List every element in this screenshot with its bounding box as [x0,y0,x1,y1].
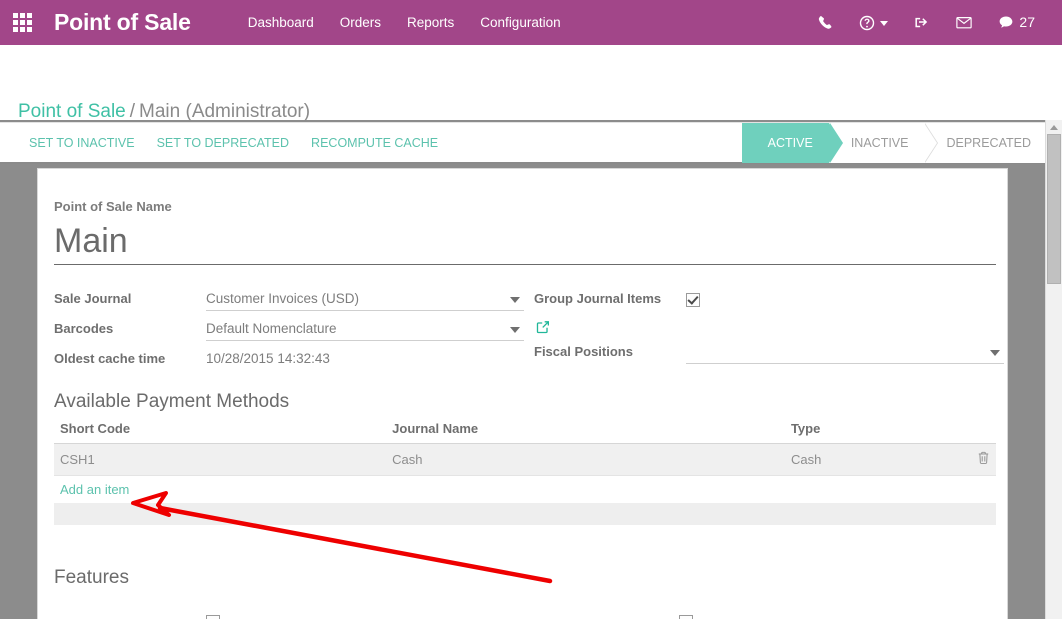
field-barcodes: Barcodes Default Nomenclature [54,319,549,342]
cell-type: Cash [784,443,950,477]
messages-count: 27 [1019,14,1035,30]
menu-item-dashboard[interactable]: Dashboard [235,0,327,45]
menu-item-configuration[interactable]: Configuration [467,0,573,45]
features-title: Features [54,567,129,589]
breadcrumb-current: Main (Administrator) [139,101,311,122]
field-group-journal-items: Group Journal Items [534,289,1004,310]
apps-grid-icon [12,13,32,32]
column-header-short-code: Short Code [54,421,387,445]
group-journal-items-label: Group Journal Items [534,291,662,307]
features-group [54,615,991,619]
group-journal-items-value-wrap [686,289,1004,309]
add-item-cell: Add an item [54,475,996,504]
breadcrumb-root-link[interactable]: Point of Sale [18,101,126,122]
phone-icon[interactable] [805,15,846,30]
sale-journal-dropdown[interactable]: Customer Invoices (USD) [206,289,524,312]
status-bar: SET TO INACTIVE SET TO DEPRECATED RECOMP… [0,122,1062,164]
vertical-scrollbar[interactable] [1045,120,1062,619]
status-inactive-label: INACTIVE [850,136,909,150]
table-header-row: Short Code Journal Name Type [54,421,996,445]
scrollbar-thumb[interactable] [1047,134,1061,284]
application-window: Point of Sale Dashboard Orders Reports C… [0,0,1062,619]
messages-button[interactable]: 27 [985,0,1048,45]
set-to-inactive-button[interactable]: SET TO INACTIVE [18,136,146,150]
breadcrumb: Point of Sale / Main (Administrator) [18,101,310,123]
status-chevron-fill-icon [828,123,842,163]
oldest-cache-time-value-wrap: 10/28/2015 14:32:43 [206,349,524,369]
pos-name-label: Point of Sale Name [54,199,172,214]
oldest-cache-time-value: 10/28/2015 14:32:43 [206,351,330,367]
sale-journal-label: Sale Journal [54,291,132,307]
navbar-right-icons: 27 [805,0,1062,45]
help-menu-button[interactable] [846,15,901,31]
app-brand-title: Point of Sale [54,9,191,35]
main-menu: Dashboard Orders Reports Configuration [235,0,574,45]
status-active-label: ACTIVE [767,136,813,150]
chevron-up-icon [1050,124,1058,130]
scrollbar-up-button[interactable] [1046,120,1062,134]
cell-journal-name: Cash [386,443,785,477]
fiscal-positions-dropdown[interactable] [686,342,1004,365]
add-an-item-link[interactable]: Add an item [60,482,129,497]
control-panel: Point of Sale/Main (Administrator) SAVE … [0,45,1062,159]
status-inactive[interactable]: INACTIVE [828,123,939,163]
status-deprecated-label: DEPRECATED [946,136,1031,150]
payment-methods-title: Available Payment Methods [54,391,290,413]
breadcrumb-separator: / [129,101,136,122]
barcodes-label: Barcodes [54,321,114,337]
menu-item-orders[interactable]: Orders [327,0,394,45]
status-active[interactable]: ACTIVE [741,123,843,163]
trash-icon[interactable] [977,451,990,468]
set-to-deprecated-button[interactable]: SET TO DEPRECATED [146,136,300,150]
sign-in-icon[interactable] [901,15,943,30]
field-fiscal-positions: Fiscal Positions [534,342,1004,365]
chevron-down-icon [510,327,520,334]
apps-menu-button[interactable] [0,0,44,45]
feature-checkbox-left[interactable] [206,615,220,619]
column-header-journal-name: Journal Name [386,421,785,445]
field-oldest-cache-time: Oldest cache time 10/28/2015 14:32:43 [54,349,524,370]
form-sheet: Point of Sale Name Sale Journal Customer… [37,168,1008,619]
sale-journal-value: Customer Invoices (USD) [206,291,360,307]
form-group-left: Sale Journal Customer Invoices (USD) Bar… [54,289,549,379]
oldest-cache-time-label: Oldest cache time [54,351,166,367]
status-chevron-fill-icon [924,123,938,163]
pos-name-field-row [54,222,996,266]
cell-actions [949,443,996,477]
barcodes-value: Default Nomenclature [206,321,337,337]
top-navbar: Point of Sale Dashboard Orders Reports C… [0,0,1062,45]
status-deprecated[interactable]: DEPRECATED [924,123,1047,163]
table-filler-row [54,503,996,526]
pos-name-input[interactable] [54,222,754,261]
form-groups: Sale Journal Customer Invoices (USD) Bar… [54,289,1004,375]
recompute-cache-button[interactable]: RECOMPUTE CACHE [300,136,449,150]
barcodes-dropdown[interactable]: Default Nomenclature [206,319,549,342]
field-sale-journal: Sale Journal Customer Invoices (USD) [54,289,524,312]
table-row[interactable]: CSH1 Cash Cash [54,443,996,477]
envelope-icon[interactable] [943,16,985,29]
group-journal-items-checkbox[interactable] [686,292,700,307]
feature-checkbox-right[interactable] [679,615,693,619]
add-item-row: Add an item [54,475,996,504]
payment-methods-table: Short Code Journal Name Type CSH1 Cash C… [54,421,996,526]
chevron-down-icon [510,297,520,304]
fiscal-positions-label: Fiscal Positions [534,344,633,360]
cell-short-code: CSH1 [54,443,387,477]
form-group-right: Group Journal Items Fiscal Positions [534,289,1004,372]
fiscal-positions-value [686,342,690,362]
column-header-type: Type [784,421,950,445]
table-filler-cell [54,503,996,526]
status-indicator-group: ACTIVE INACTIVE DEPRECATED [741,123,1047,163]
status-bar-actions: SET TO INACTIVE SET TO DEPRECATED RECOMP… [18,123,449,163]
chevron-down-icon [880,21,889,26]
column-header-actions [949,421,996,445]
menu-item-reports[interactable]: Reports [394,0,467,45]
chevron-down-icon [990,350,1000,357]
